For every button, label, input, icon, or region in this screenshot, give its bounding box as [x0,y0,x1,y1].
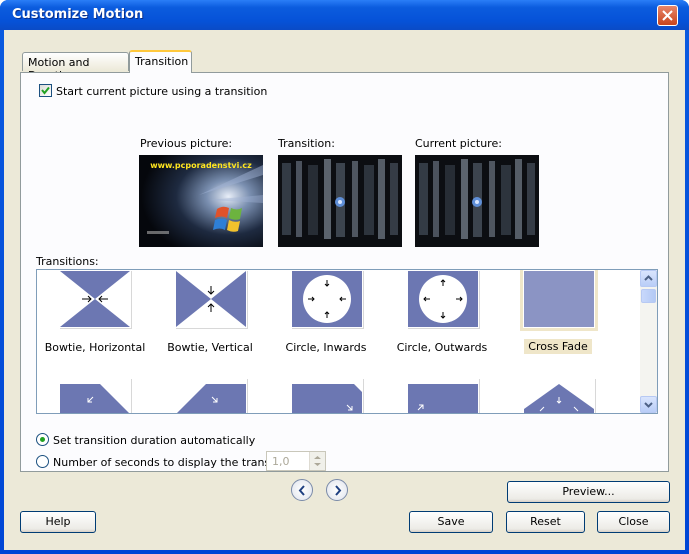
current-picture-image [415,155,539,247]
tab-motion-and-duration[interactable]: Motion and Duration [22,52,129,82]
save-button[interactable]: Save [409,511,493,533]
circle-outwards-thumbnail[interactable] [407,270,479,328]
transition-label-bowtie-horizontal: Bowtie, Horizontal [44,341,146,354]
current-picture-label: Current picture: [415,137,502,150]
spin-arrows-icon [314,456,321,466]
close-icon [662,10,673,21]
reset-button[interactable]: Reset [506,511,585,533]
transition-thumbnail[interactable] [59,378,131,413]
spinner-arrows[interactable] [309,452,325,470]
title-bar[interactable]: Customize Motion [0,0,689,30]
bowtie-vertical-thumbnail[interactable] [175,270,247,328]
next-picture-button[interactable] [326,479,348,501]
cross-fade-thumbnail[interactable] [523,270,595,328]
auto-duration-radio[interactable] [36,433,49,446]
transition-label-cross-fade: Cross Fade [500,339,616,354]
bowtie-horizontal-thumbnail[interactable] [59,270,131,328]
transitions-list-label: Transitions: [36,255,99,268]
transition-thumbnail[interactable] [175,378,247,413]
close-button[interactable]: Close [597,511,670,533]
transition-label-circle-inwards: Circle, Inwards [285,341,367,354]
tab-transition[interactable]: Transition [129,50,192,73]
seconds-duration-label[interactable]: Number of seconds to display the transit… [53,456,294,469]
auto-duration-label[interactable]: Set transition duration automatically [53,434,255,447]
seconds-value: 1,0 [272,455,290,468]
start-transition-checkbox[interactable] [39,84,52,97]
chevron-down-icon [644,402,653,408]
transition-thumbnail[interactable] [407,378,479,413]
transition-preview-label: Transition: [278,137,335,150]
checkmark-icon [41,86,50,95]
chevron-up-icon [644,275,653,281]
scroll-up-button[interactable] [640,270,657,287]
seconds-spinner[interactable]: 1,0 [266,451,326,471]
arrow-right-icon [335,485,342,496]
scroll-thumb[interactable] [641,289,656,303]
watermark-text: www.pcporadenstvi.cz [150,161,252,170]
seconds-duration-radio[interactable] [36,455,49,468]
help-button[interactable]: Help [20,511,96,533]
previous-picture-image: www.pcporadenstvi.cz [139,155,263,247]
transition-thumbnail[interactable] [291,378,363,413]
arrow-left-icon [298,485,305,496]
dialog-client-area: Motion and Duration Transition Start cur… [4,30,685,550]
radio-selected-dot [40,437,45,442]
window-title: Customize Motion [12,7,144,22]
transition-label-circle-outwards: Circle, Outwards [396,341,488,354]
transitions-list[interactable]: Bowtie, Horizontal Bowtie, Vertical Circ… [36,269,658,414]
tab-transition-label: Transition [135,55,189,68]
previous-picture-label: Previous picture: [140,137,233,150]
selected-transition-label: Cross Fade [524,339,592,354]
previous-picture-button[interactable] [291,479,313,501]
transitions-scrollbar[interactable] [640,270,657,413]
transition-label-bowtie-vertical: Bowtie, Vertical [167,341,253,354]
transition-preview-image [278,155,402,247]
preview-button[interactable]: Preview... [507,481,670,503]
dialog-window: Customize Motion Motion and Duration Tra… [0,0,689,554]
transition-thumbnail[interactable] [523,378,595,413]
window-close-button[interactable] [657,5,678,26]
start-transition-label[interactable]: Start current picture using a transition [56,85,267,98]
circle-inwards-thumbnail[interactable] [291,270,363,328]
scroll-down-button[interactable] [640,396,657,413]
transition-tab-panel: Start current picture using a transition… [20,72,669,472]
